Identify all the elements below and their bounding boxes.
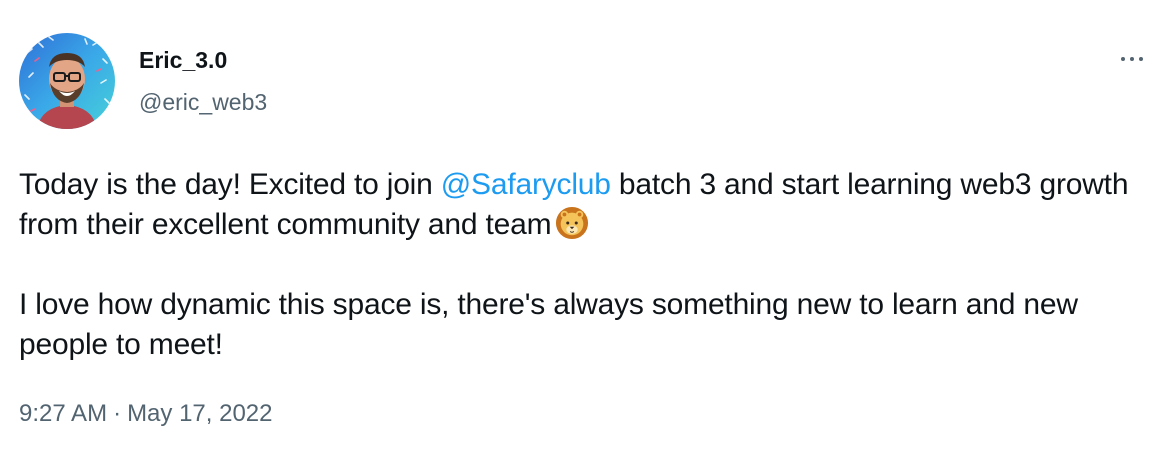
- more-dot-1: [1121, 57, 1125, 61]
- tweet-time: 9:27 AM: [19, 400, 108, 427]
- more-options-icon[interactable]: [1114, 47, 1150, 71]
- tweet-date: May 17, 2022: [127, 400, 273, 427]
- author-handle[interactable]: @eric_web3: [139, 88, 267, 116]
- more-dot-2: [1130, 57, 1134, 61]
- tweet-card: Eric_3.0 @eric_web3 Today is the day! Ex…: [0, 0, 1172, 462]
- more-dot-3: [1139, 57, 1143, 61]
- tweet-paragraph-2: I love how dynamic this space is, there'…: [19, 288, 1078, 361]
- meta-separator: ·: [113, 400, 122, 427]
- author-name[interactable]: Eric_3.0: [139, 46, 227, 74]
- tweet-timestamp[interactable]: 9:27 AM · May 17, 2022: [19, 399, 273, 429]
- mention-link[interactable]: @Safaryclub: [441, 168, 611, 201]
- tweet-paragraph-1: Today is the day! Excited to join @Safar…: [19, 165, 1149, 245]
- tweet-text-pre: Today is the day! Excited to join: [19, 168, 441, 201]
- lion-face-emoji: [556, 206, 589, 240]
- tweet-text: Today is the day! Excited to join @Safar…: [19, 165, 1149, 365]
- avatar[interactable]: [19, 33, 115, 129]
